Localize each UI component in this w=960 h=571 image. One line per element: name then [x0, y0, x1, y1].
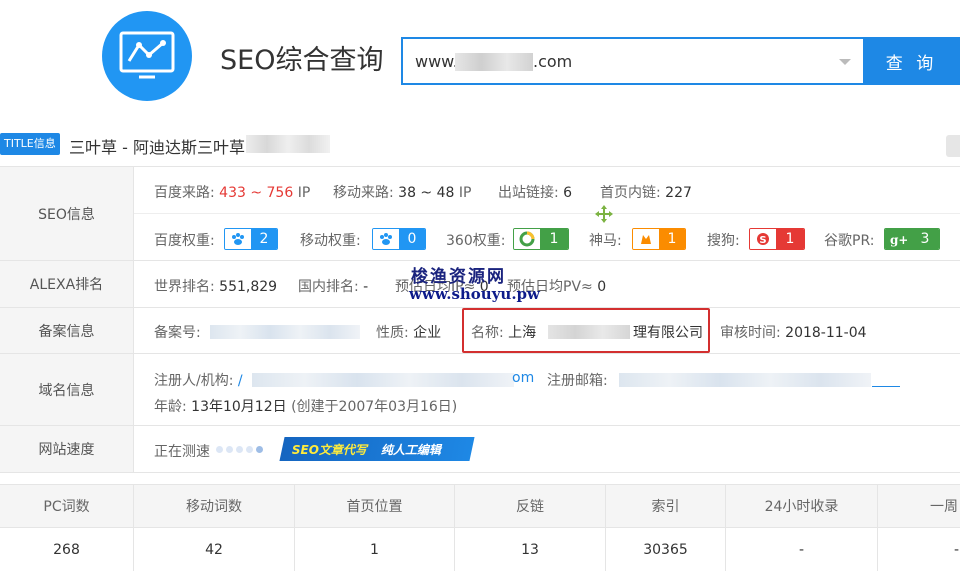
email-underline — [872, 386, 900, 387]
logo — [102, 11, 192, 101]
stats-value[interactable]: 30365 — [606, 528, 726, 571]
seo-ad-banner[interactable]: SEO文章代写 纯人工编辑 — [279, 437, 475, 461]
google-plus-icon: g+ — [885, 229, 911, 249]
domain-age: 年龄: 13年10月12日 (创建于2007年03月16日) — [154, 399, 458, 415]
stats-header-row: PC词数 移动词数 首页位置 反链 索引 24小时收录 一周 — [0, 485, 960, 528]
stats-value[interactable]: 13 — [455, 528, 606, 571]
chart-monitor-icon — [119, 31, 175, 79]
stats-value-row: 268 42 1 13 30365 - - — [0, 528, 960, 571]
speed-status: 正在测速 — [154, 444, 210, 460]
360-icon — [514, 229, 540, 249]
seo-info-row: SEO信息 百度来路: 433 ~ 756 IP 移动来路: 38 ~ 48 I… — [0, 167, 960, 261]
baidu-source: 百度来路: 433 ~ 756 IP — [154, 185, 311, 201]
speed-row: 网站速度 正在测速 — [0, 426, 960, 473]
beian-no-blur — [210, 325, 360, 339]
360-weight-label: 360权重: — [446, 233, 506, 249]
outbound-links: 出站链接: 6 — [498, 185, 573, 201]
shenma-weight-badge[interactable]: 1 — [632, 228, 686, 250]
info-table: SEO信息 百度来路: 433 ~ 756 IP 移动来路: 38 ~ 48 I… — [0, 166, 960, 473]
move-cursor-icon — [595, 205, 613, 223]
email-label: 注册邮箱: — [547, 373, 608, 389]
shenma-icon — [633, 229, 659, 249]
mobile-weight-badge[interactable]: 0 — [372, 228, 426, 250]
search-button[interactable]: 查 询 — [863, 37, 960, 85]
google-pr-label: 谷歌PR: — [824, 233, 875, 249]
registrant-blur — [252, 373, 514, 387]
mobile-source-value[interactable]: 38 ~ 48 — [398, 185, 454, 201]
watermark-url: www.shouyu.pw — [409, 285, 540, 303]
sogou-weight-label: 搜狗: — [707, 233, 740, 249]
stats-header: 索引 — [606, 485, 726, 527]
stats-header: 移动词数 — [134, 485, 295, 527]
beian-audit: 审核时间: 2018-11-04 — [720, 325, 867, 341]
stats-header: 首页位置 — [295, 485, 455, 527]
page-title: 三叶草 - 阿迪达斯三叶草 — [69, 138, 245, 157]
mobile-weight-label: 移动权重: — [300, 233, 361, 249]
row-label: ALEXA排名 — [0, 261, 134, 307]
google-pr-badge[interactable]: g+ 3 — [884, 228, 940, 250]
stats-value: - — [726, 528, 878, 571]
stats-header: 反链 — [455, 485, 606, 527]
stats-header: PC词数 — [0, 485, 134, 527]
watermark-text: 梭渔资源网 — [411, 267, 506, 287]
stats-header: 一周 — [930, 499, 958, 515]
row-label: 备案信息 — [0, 308, 134, 353]
inner-links: 首页内链: 227 — [600, 185, 692, 201]
brand-title: SEO综合查询 — [220, 45, 384, 76]
baidu-weight-label: 百度权重: — [154, 233, 215, 249]
domain-row: 域名信息 注册人/机构: / om 注册邮箱: 年龄: 13年10月12日 (创… — [0, 354, 960, 426]
shenma-weight-label: 神马: — [589, 233, 622, 249]
stats-value: - — [954, 541, 960, 558]
highlight-box — [462, 308, 710, 353]
paw-icon — [373, 229, 399, 249]
world-rank: 世界排名: 551,829 — [154, 279, 278, 295]
stats-value[interactable]: 268 — [0, 528, 134, 571]
baidu-weight-badge[interactable]: 2 — [224, 228, 278, 250]
stats-header: 24小时收录 — [726, 485, 878, 527]
email-blur — [619, 373, 871, 387]
stats-value[interactable]: 42 — [134, 528, 295, 571]
registrant-suffix[interactable]: om — [512, 370, 534, 386]
360-weight-badge[interactable]: 1 — [513, 228, 569, 250]
outbound-value[interactable]: 6 — [563, 185, 572, 201]
row-label: SEO信息 — [0, 167, 134, 260]
title-tag: TITLE信息 — [0, 133, 60, 155]
registrant: 注册人/机构: / — [154, 373, 243, 389]
domestic-rank: 国内排名: - — [298, 279, 369, 295]
loading-spinner — [216, 446, 263, 453]
row-label: 域名信息 — [0, 354, 134, 425]
layers-icon[interactable] — [946, 135, 960, 157]
svg-text:g+: g+ — [890, 233, 907, 247]
mobile-source: 移动来路: 38 ~ 48 IP — [333, 185, 472, 201]
title-blur — [246, 135, 330, 153]
beian-no-label: 备案号: — [154, 325, 201, 341]
inner-value[interactable]: 227 — [665, 185, 692, 201]
chevron-down-icon[interactable] — [839, 59, 851, 65]
paw-icon — [225, 229, 251, 249]
stats-value[interactable]: 1 — [295, 528, 455, 571]
sogou-weight-badge[interactable]: S 1 — [749, 228, 805, 250]
svg-text:S: S — [759, 235, 766, 246]
search-box[interactable]: www. .com — [401, 37, 863, 85]
baidu-source-value[interactable]: 433 ~ 756 — [219, 185, 293, 201]
stats-table: PC词数 移动词数 首页位置 反链 索引 24小时收录 一周 268 42 1 … — [0, 484, 960, 571]
beian-nature: 性质: 企业 — [376, 325, 442, 341]
sogou-icon: S — [750, 229, 776, 249]
row-label: 网站速度 — [0, 426, 134, 472]
